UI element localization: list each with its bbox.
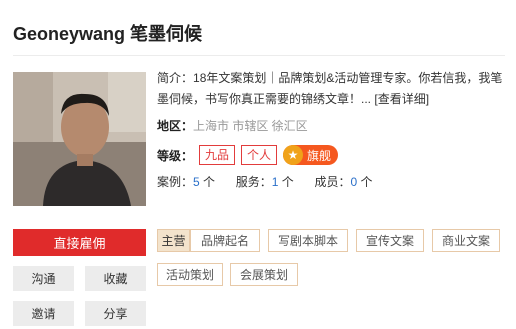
intro-label: 简介： (157, 71, 194, 85)
intro-text: 18年文案策划｜品牌策划&活动管理专家。你若信我，我笔墨伺候，书写你真正需要的锦… (157, 71, 503, 106)
main-business-label: 主营 (157, 229, 190, 252)
grade-row: 等级： 九品 个人 ★ 旗舰 (157, 145, 339, 165)
title-divider (13, 55, 505, 56)
region-row: 地区：上海市 市辖区 徐汇区 (157, 117, 308, 134)
hire-button[interactable]: 直接雇佣 (13, 229, 146, 256)
services-label: 服务： (235, 175, 272, 189)
members-count: 0 (350, 175, 358, 189)
grade-tag-type: 个人 (241, 145, 278, 165)
skill-tag-script[interactable]: 写剧本脚本 (268, 229, 348, 252)
page-title: Geoneywang 笔墨伺候 (13, 24, 203, 44)
intro-section: 简介：18年文案策划｜品牌策划&活动管理专家。你若信我，我笔墨伺候，书写你真正需… (157, 68, 507, 110)
skill-tag-exhibition-planning[interactable]: 会展策划 (230, 263, 298, 286)
cases-unit: 个 (203, 175, 216, 189)
cases-label: 案例： (157, 175, 194, 189)
share-button[interactable]: 分享 (85, 301, 146, 326)
avatar-photo (13, 72, 146, 206)
skill-tag-business-copy[interactable]: 商业文案 (432, 229, 500, 252)
communicate-button[interactable]: 沟通 (13, 266, 74, 291)
flagship-badge: ★ 旗舰 (283, 145, 339, 165)
region-label: 地区： (157, 119, 194, 133)
services-unit: 个 (281, 175, 294, 189)
favorite-button[interactable]: 收藏 (85, 266, 146, 291)
avatar[interactable] (13, 72, 146, 206)
cases-count: 5 (193, 175, 200, 189)
stats-row: 案例：5 个 服务：1 个 成员：0 个 (157, 173, 373, 190)
region-value: 上海市 市辖区 徐汇区 (193, 119, 308, 133)
invite-button[interactable]: 邀请 (13, 301, 74, 326)
grade-label: 等级： (157, 148, 194, 163)
view-details-link[interactable]: [查看详细] (374, 92, 429, 106)
members-unit: 个 (360, 175, 373, 189)
members-label: 成员： (314, 175, 351, 189)
skill-tag-event-planning[interactable]: 活动策划 (157, 263, 223, 286)
skill-tag-promo-copy[interactable]: 宣传文案 (356, 229, 424, 252)
services-count: 1 (271, 175, 279, 189)
skill-tag-naming[interactable]: 品牌起名 (190, 229, 260, 252)
flagship-label: 旗舰 (307, 148, 332, 163)
crown-star-icon: ★ (283, 145, 304, 165)
grade-tag-level: 九品 (199, 145, 236, 165)
